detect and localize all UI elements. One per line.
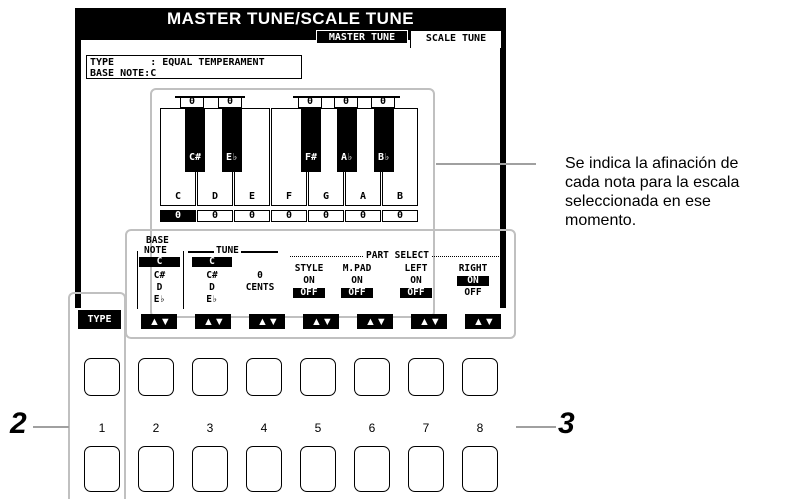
updown-indicator-3: ▲▼ <box>195 314 231 329</box>
callout-line: momento. <box>565 212 637 229</box>
tune-label: TUNE <box>214 245 241 256</box>
screen-title: MASTER TUNE/SCALE TUNE <box>166 9 415 28</box>
button-7-upper[interactable] <box>408 358 444 396</box>
base-note-option[interactable]: E♭ <box>139 295 180 305</box>
value-bracket <box>293 96 400 98</box>
button-number: 2 <box>152 421 160 435</box>
white-key-value-e[interactable]: 0 <box>234 210 270 222</box>
button-6-lower[interactable] <box>354 446 390 492</box>
updown-indicator-2: ▲▼ <box>141 314 177 329</box>
part-style-label: STYLE <box>294 263 324 274</box>
button-number: 4 <box>260 421 268 435</box>
base-note-option[interactable]: C# <box>139 271 180 281</box>
part-style-off[interactable]: OFF <box>293 288 325 298</box>
part-left-label: LEFT <box>404 263 428 274</box>
black-key-value-fsharp[interactable]: 0 <box>298 96 322 108</box>
part-right-on[interactable]: ON <box>457 276 489 286</box>
type-button[interactable]: TYPE <box>78 310 121 329</box>
white-key-label: C <box>174 191 182 202</box>
button-1-lower[interactable] <box>84 446 120 492</box>
updown-indicator-8: ▲▼ <box>465 314 501 329</box>
tab-scale-tune[interactable]: SCALE TUNE <box>410 30 502 48</box>
white-key-value-f[interactable]: 0 <box>271 210 307 222</box>
part-style-on[interactable]: ON <box>291 276 327 286</box>
type-line: TYPE : EQUAL TEMPERAMENT <box>90 57 265 68</box>
white-key-label: A <box>359 191 367 202</box>
updown-indicator-7: ▲▼ <box>411 314 447 329</box>
tune-option[interactable]: D <box>192 283 232 293</box>
button-1-upper[interactable] <box>84 358 120 396</box>
black-key-label: E♭ <box>225 152 239 163</box>
white-key-label: E <box>248 191 256 202</box>
button-3-lower[interactable] <box>192 446 228 492</box>
step-leader-line <box>33 426 69 428</box>
part-right-label: RIGHT <box>458 263 488 274</box>
part-left-on[interactable]: ON <box>398 276 434 286</box>
button-3-upper[interactable] <box>192 358 228 396</box>
part-left-off[interactable]: OFF <box>400 288 432 298</box>
step-label-3: 3 <box>558 407 575 440</box>
button-4-upper[interactable] <box>246 358 282 396</box>
button-number: 1 <box>98 421 106 435</box>
black-key-value-eflat[interactable]: 0 <box>218 96 242 108</box>
part-mpad-on[interactable]: ON <box>339 276 375 286</box>
tune-option-selected[interactable]: C <box>192 257 232 267</box>
tune-option[interactable]: E♭ <box>192 295 232 305</box>
white-key-value-c[interactable]: 0 <box>160 210 196 222</box>
scale-info-box: TYPE : EQUAL TEMPERAMENT BASE NOTE:C <box>86 55 302 79</box>
value-bracket <box>175 96 245 98</box>
part-select-label: PART SELECT <box>363 251 432 261</box>
button-number: 8 <box>476 421 484 435</box>
white-key-value-g[interactable]: 0 <box>308 210 344 222</box>
tune-unit: CENTS <box>245 282 275 293</box>
button-number: 5 <box>314 421 322 435</box>
white-key-label: F <box>285 191 293 202</box>
callout-leader-line <box>436 163 536 165</box>
callout-line: seleccionada en ese <box>565 193 711 210</box>
tune-value: 0 <box>257 270 263 281</box>
button-7-lower[interactable] <box>408 446 444 492</box>
callout-line: cada nota para la escala <box>565 174 740 191</box>
step-label-2: 2 <box>10 407 27 440</box>
white-key-label: D <box>211 191 219 202</box>
white-key-label: B <box>396 191 404 202</box>
button-5-lower[interactable] <box>300 446 336 492</box>
black-key-label: B♭ <box>377 152 391 163</box>
button-5-upper[interactable] <box>300 358 336 396</box>
black-key-label: A♭ <box>340 152 354 163</box>
updown-indicator-5: ▲▼ <box>303 314 339 329</box>
tab-master-tune[interactable]: MASTER TUNE <box>316 30 408 44</box>
button-2-upper[interactable] <box>138 358 174 396</box>
part-mpad-off[interactable]: OFF <box>341 288 373 298</box>
step-leader-line <box>516 426 556 428</box>
button-number: 6 <box>368 421 376 435</box>
base-note-option[interactable]: D <box>139 283 180 293</box>
callout-line: Se indica la afinación de <box>565 155 739 172</box>
updown-indicator-6: ▲▼ <box>357 314 393 329</box>
white-key-value-b[interactable]: 0 <box>382 210 418 222</box>
black-key-value-csharp[interactable]: 0 <box>180 96 204 108</box>
base-note-line: BASE NOTE:C <box>90 68 157 79</box>
button-4-lower[interactable] <box>246 446 282 492</box>
white-key-value-a[interactable]: 0 <box>345 210 381 222</box>
black-key-value-bflat[interactable]: 0 <box>371 96 395 108</box>
button-2-lower[interactable] <box>138 446 174 492</box>
white-key-label: G <box>322 191 330 202</box>
part-mpad-label: M.PAD <box>342 263 372 274</box>
tune-option[interactable]: C# <box>192 271 232 281</box>
part-right-off[interactable]: OFF <box>455 288 491 298</box>
black-key-value-aflat[interactable]: 0 <box>334 96 358 108</box>
button-8-upper[interactable] <box>462 358 498 396</box>
white-key-value-d[interactable]: 0 <box>197 210 233 222</box>
button-number: 7 <box>422 421 430 435</box>
black-key-label: C# <box>188 152 202 163</box>
button-number: 3 <box>206 421 214 435</box>
button-8-lower[interactable] <box>462 446 498 492</box>
button-6-upper[interactable] <box>354 358 390 396</box>
black-key-label: F# <box>304 152 318 163</box>
base-note-option-selected[interactable]: C <box>139 257 180 267</box>
updown-indicator-4: ▲▼ <box>249 314 285 329</box>
callout-text: Se indica la afinación de cada nota para… <box>565 154 795 230</box>
